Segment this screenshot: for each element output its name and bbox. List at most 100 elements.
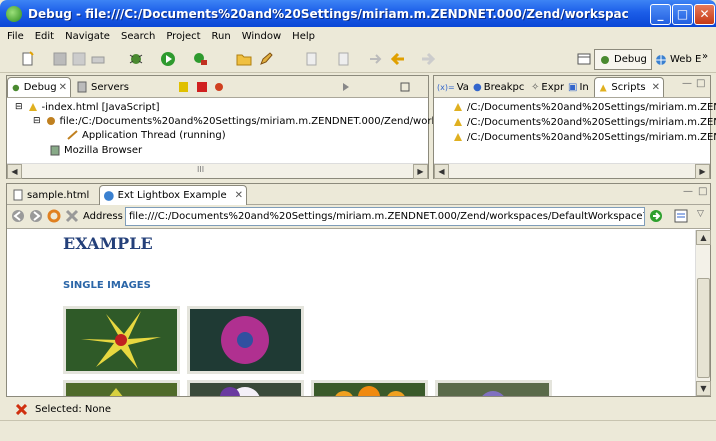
eclipse-icon — [6, 5, 22, 22]
stop-icon[interactable] — [65, 209, 79, 223]
address-input[interactable]: file:///C:/Documents%20and%20Settings/mi… — [125, 207, 645, 226]
lightbox-thumbnail[interactable] — [187, 306, 304, 374]
scripts-icon — [599, 84, 607, 91]
refresh-icon[interactable] — [47, 209, 61, 223]
open-perspective-icon[interactable] — [576, 51, 592, 67]
scroll-thumb[interactable] — [697, 278, 710, 378]
main-toolbar: Debug Web E » — [0, 45, 716, 73]
globe-icon — [103, 190, 114, 201]
scroll-up-button[interactable]: ▲ — [696, 230, 711, 245]
tab-debug[interactable]: Debug ✕ — [7, 77, 71, 97]
tab-scripts[interactable]: Scripts ✕ — [594, 77, 664, 97]
pencil-icon[interactable] — [258, 51, 274, 67]
address-label: Address — [83, 211, 123, 222]
tree-browser[interactable]: Mozilla Browser — [49, 144, 142, 156]
perspective-web[interactable]: Web E — [650, 49, 706, 70]
status-text: Selected: None — [35, 403, 111, 415]
save-icon[interactable] — [52, 51, 68, 67]
scroll-right-button[interactable]: ▶ — [413, 164, 428, 179]
forward-icon[interactable] — [29, 209, 43, 223]
debug-view: Debug ✕ Servers ⊟ -index.html [JavaScrip… — [6, 75, 483, 179]
menu-file[interactable]: File — [7, 31, 24, 42]
tab-expressions[interactable]: ✧ Expr — [528, 77, 564, 97]
more-perspectives[interactable]: » — [702, 51, 708, 62]
scroll-left-button[interactable]: ◀ — [434, 164, 449, 179]
menu-bar: File Edit Navigate Search Project Run Wi… — [0, 27, 716, 45]
go-icon[interactable] — [649, 209, 663, 223]
browser-vertical-scrollbar[interactable]: ▲ ▼ — [695, 230, 711, 396]
tab-in[interactable]: ▣ In — [565, 77, 593, 97]
collapse-icon[interactable]: ⊟ — [33, 116, 41, 126]
annotation-icon[interactable] — [304, 51, 320, 67]
open-folder-icon[interactable] — [236, 51, 252, 67]
close-icon[interactable]: ✕ — [652, 82, 660, 93]
last-edit-icon[interactable] — [368, 51, 384, 67]
scroll-right-button[interactable]: ▶ — [695, 164, 710, 179]
tree-browser-label: Mozilla Browser — [64, 144, 143, 156]
bug-icon — [12, 84, 20, 91]
print-icon[interactable] — [90, 51, 106, 67]
tab-breakpoints[interactable]: ● Breakpc — [470, 77, 526, 97]
scroll-down-button[interactable]: ▼ — [696, 381, 711, 396]
new-icon[interactable] — [20, 51, 36, 67]
debug-icon[interactable] — [128, 51, 144, 67]
run-icon[interactable] — [160, 51, 176, 67]
tab-lightbox[interactable]: Ext Lightbox Example ✕ — [99, 185, 247, 205]
tree-thread[interactable]: Application Thread (running) — [67, 129, 226, 141]
menu-edit[interactable]: Edit — [35, 31, 54, 42]
lightbox-thumbnail[interactable] — [187, 380, 304, 396]
thread-icon — [67, 130, 78, 140]
disconnect-icon — [215, 83, 223, 91]
tab-servers[interactable]: Servers — [73, 77, 135, 97]
close-button[interactable]: ✕ — [694, 4, 715, 25]
scripts-horizontal-scrollbar[interactable]: ◀ ▶ — [434, 163, 710, 179]
script-file-icon — [454, 103, 462, 111]
close-icon[interactable]: ✕ — [59, 82, 67, 93]
menu-navigate[interactable]: Navigate — [65, 31, 110, 42]
script-item-label: /C:/Documents%20and%20Settings/miriam.m.… — [467, 131, 716, 143]
tab-variables[interactable]: (x)=Var — [434, 77, 469, 97]
script-item[interactable]: /C:/Documents%20and%20Settings/miriam.m.… — [452, 101, 716, 113]
debug-tab-row: Debug ✕ Servers — [7, 76, 428, 98]
script-item[interactable]: /C:/Documents%20and%20Settings/miriam.m.… — [452, 116, 716, 128]
back-icon[interactable] — [11, 209, 25, 223]
lightbox-thumbnail[interactable] — [435, 380, 552, 396]
lightbox-thumbnail[interactable] — [63, 306, 180, 374]
menu-search[interactable]: Search — [121, 31, 155, 42]
lightbox-thumbnail[interactable] — [311, 380, 428, 396]
debug-horizontal-scrollbar[interactable]: ◀ III ▶ — [7, 163, 428, 179]
tree-root-label: -index.html [JavaScript] — [41, 101, 160, 113]
terminate-icon — [197, 82, 207, 92]
tree-file[interactable]: ⊟ file:/C:/Documents%20and%20Settings/mi… — [33, 115, 483, 127]
close-icon[interactable]: ✕ — [235, 190, 243, 201]
tab-sample-html[interactable]: sample.html — [9, 185, 95, 205]
editor-tab-row: sample.html Ext Lightbox Example ✕ — □ — [7, 184, 710, 205]
lightbox-thumbnail[interactable] — [63, 380, 180, 396]
back-icon[interactable] — [390, 51, 406, 67]
perspective-debug[interactable]: Debug — [594, 49, 652, 70]
save-all-icon[interactable] — [71, 51, 87, 67]
collapse-icon[interactable]: ⊟ — [15, 102, 23, 112]
maximize-editor-icon[interactable]: □ — [698, 186, 707, 197]
menu-run[interactable]: Run — [212, 31, 231, 42]
maximize-button[interactable]: □ — [672, 4, 693, 25]
menu-help[interactable]: Help — [292, 31, 315, 42]
maximize-view-icon[interactable]: □ — [696, 78, 705, 89]
tab-debug-label: Debug — [23, 82, 57, 93]
flower-image — [66, 309, 177, 371]
external-tools-icon[interactable] — [192, 51, 208, 67]
menu-project[interactable]: Project — [166, 31, 200, 42]
next-annotation-icon[interactable] — [336, 51, 352, 67]
minimize-editor-icon[interactable]: — — [683, 186, 693, 197]
chevron-down-icon[interactable]: ▽ — [697, 209, 704, 219]
view-source-icon[interactable] — [673, 208, 689, 224]
forward-icon[interactable] — [420, 51, 436, 67]
scroll-left-button[interactable]: ◀ — [7, 164, 22, 179]
script-item[interactable]: /C:/Documents%20and%20Settings/miriam.m.… — [452, 131, 716, 143]
tab-sample-html-label: sample.html — [27, 189, 90, 201]
minimize-button[interactable]: _ — [650, 4, 671, 25]
tree-root[interactable]: ⊟ -index.html [JavaScript] — [15, 101, 160, 113]
menu-window[interactable]: Window — [242, 31, 281, 42]
minimize-view-icon[interactable]: — — [682, 78, 692, 89]
suspend-icon — [179, 82, 188, 92]
